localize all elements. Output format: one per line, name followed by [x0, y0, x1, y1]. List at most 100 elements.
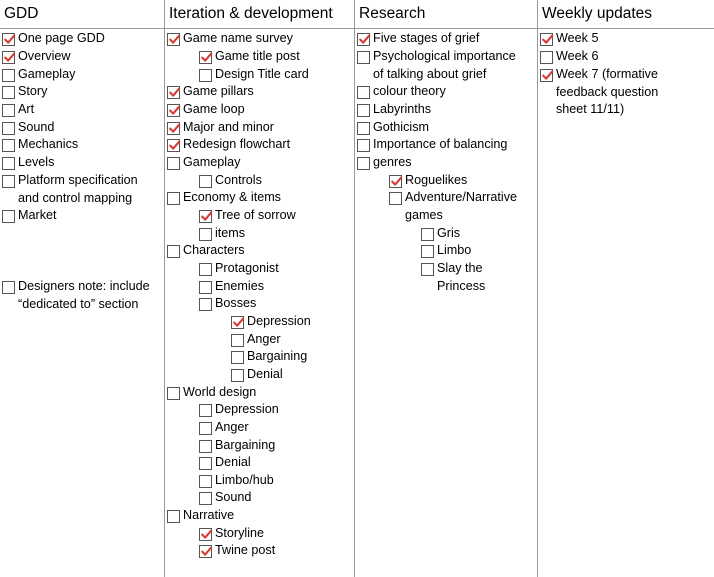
checkbox-empty-icon[interactable]	[231, 369, 244, 382]
checklist-item[interactable]: Controls	[199, 172, 262, 190]
checkbox-empty-icon[interactable]	[2, 122, 15, 135]
checklist-item[interactable]: Game title post	[199, 48, 300, 66]
checkbox-empty-icon[interactable]	[199, 404, 212, 417]
checkbox-empty-icon[interactable]	[421, 263, 434, 276]
checkbox-empty-icon[interactable]	[2, 104, 15, 117]
checkbox-empty-icon[interactable]	[167, 387, 180, 400]
checklist-item[interactable]: World design	[167, 384, 256, 402]
checkbox-checked-icon[interactable]	[167, 33, 181, 46]
checkbox-empty-icon[interactable]	[199, 440, 212, 453]
checkbox-empty-icon[interactable]	[357, 104, 370, 117]
checkbox-empty-icon[interactable]	[167, 510, 180, 523]
checklist-item[interactable]: Limbo	[421, 242, 471, 260]
checklist-item[interactable]: Psychological importance of talking abou…	[357, 48, 522, 83]
checkbox-empty-icon[interactable]	[231, 334, 244, 347]
checkbox-checked-icon[interactable]	[357, 33, 371, 46]
checkbox-empty-icon[interactable]	[421, 245, 434, 258]
checklist-item[interactable]: Gameplay	[2, 66, 75, 84]
checklist-item[interactable]: Platform specification and control mappi…	[2, 172, 152, 207]
checklist-item[interactable]: Labyrinths	[357, 101, 431, 119]
checklist-item[interactable]: Bosses	[199, 295, 256, 313]
checklist-item[interactable]: Slay the Princess	[421, 260, 491, 295]
checkbox-empty-icon[interactable]	[421, 228, 434, 241]
checklist-item[interactable]: Importance of balancing	[357, 136, 507, 154]
checkbox-checked-icon[interactable]	[389, 175, 403, 188]
checkbox-checked-icon[interactable]	[199, 51, 213, 64]
checkbox-checked-icon[interactable]	[167, 122, 181, 135]
checklist-item[interactable]: Levels	[2, 154, 54, 172]
checklist-item[interactable]: Enemies	[199, 278, 264, 296]
checklist-item[interactable]: Game loop	[167, 101, 245, 119]
checkbox-empty-icon[interactable]	[2, 210, 15, 223]
checklist-item[interactable]: Characters	[167, 242, 245, 260]
checklist-item[interactable]: Week 5	[540, 30, 598, 48]
checklist-item[interactable]: Market	[2, 207, 57, 225]
checklist-item[interactable]: Adventure/Narrative games	[389, 189, 519, 224]
checkbox-empty-icon[interactable]	[199, 263, 212, 276]
checkbox-checked-icon[interactable]	[540, 33, 554, 46]
checklist-item[interactable]: Redesign flowchart	[167, 136, 290, 154]
checklist-item[interactable]: Designers note: include “dedicated to” s…	[2, 278, 152, 313]
checklist-item[interactable]: Anger	[231, 331, 281, 349]
checkbox-empty-icon[interactable]	[199, 492, 212, 505]
checkbox-empty-icon[interactable]	[199, 298, 212, 311]
checkbox-empty-icon[interactable]	[389, 192, 402, 205]
checkbox-checked-icon[interactable]	[167, 104, 181, 117]
checkbox-checked-icon[interactable]	[199, 545, 213, 558]
checkbox-checked-icon[interactable]	[199, 528, 213, 541]
checklist-item[interactable]: Design Title card	[199, 66, 309, 84]
checkbox-empty-icon[interactable]	[2, 281, 15, 294]
checklist-item[interactable]: Five stages of grief	[357, 30, 479, 48]
checklist-item[interactable]: genres	[357, 154, 412, 172]
checklist-item[interactable]: Sound	[2, 119, 54, 137]
checklist-item[interactable]: Gris	[421, 225, 460, 243]
checklist-item[interactable]: Denial	[199, 454, 251, 472]
checkbox-empty-icon[interactable]	[540, 51, 553, 64]
checkbox-empty-icon[interactable]	[2, 175, 15, 188]
checklist-item[interactable]: Narrative	[167, 507, 234, 525]
checklist-item[interactable]: Game name survey	[167, 30, 293, 48]
checkbox-empty-icon[interactable]	[357, 157, 370, 170]
checkbox-empty-icon[interactable]	[199, 228, 212, 241]
checkbox-empty-icon[interactable]	[167, 192, 180, 205]
checklist-item[interactable]: Twine post	[199, 542, 275, 560]
checklist-item[interactable]: Storyline	[199, 525, 264, 543]
checklist-item[interactable]: Mechanics	[2, 136, 78, 154]
checkbox-empty-icon[interactable]	[167, 157, 180, 170]
checklist-item[interactable]: Tree of sorrow	[199, 207, 296, 225]
checkbox-empty-icon[interactable]	[231, 351, 244, 364]
checkbox-checked-icon[interactable]	[167, 139, 181, 152]
checklist-item[interactable]: Story	[2, 83, 47, 101]
checklist-item[interactable]: Protagonist	[199, 260, 279, 278]
checklist-item[interactable]: Week 6	[540, 48, 598, 66]
checklist-item[interactable]: Bargaining	[199, 437, 275, 455]
checklist-item[interactable]: Week 7 (formative feedback question shee…	[540, 66, 665, 119]
checklist-item[interactable]: Sound	[199, 489, 251, 507]
checkbox-empty-icon[interactable]	[357, 122, 370, 135]
checklist-item[interactable]: Gameplay	[167, 154, 240, 172]
checkbox-checked-icon[interactable]	[540, 69, 554, 82]
checkbox-empty-icon[interactable]	[167, 245, 180, 258]
checklist-item[interactable]: Limbo/hub	[199, 472, 274, 490]
checkbox-checked-icon[interactable]	[231, 316, 245, 329]
checkbox-empty-icon[interactable]	[357, 51, 370, 64]
checkbox-empty-icon[interactable]	[2, 157, 15, 170]
checkbox-empty-icon[interactable]	[199, 281, 212, 294]
checkbox-empty-icon[interactable]	[199, 69, 212, 82]
checklist-item[interactable]: Depression	[199, 401, 279, 419]
checkbox-checked-icon[interactable]	[2, 33, 16, 46]
checklist-item[interactable]: Major and minor	[167, 119, 274, 137]
checklist-item[interactable]: Art	[2, 101, 34, 119]
checklist-item[interactable]: Roguelikes	[389, 172, 467, 190]
checklist-item[interactable]: Anger	[199, 419, 249, 437]
checklist-item[interactable]: items	[199, 225, 245, 243]
checkbox-checked-icon[interactable]	[199, 210, 213, 223]
checkbox-checked-icon[interactable]	[2, 51, 16, 64]
checklist-item[interactable]: One page GDD	[2, 30, 105, 48]
checkbox-empty-icon[interactable]	[199, 422, 212, 435]
checkbox-empty-icon[interactable]	[357, 139, 370, 152]
checklist-item[interactable]: colour theory	[357, 83, 446, 101]
checkbox-empty-icon[interactable]	[199, 457, 212, 470]
checklist-item[interactable]: Overview	[2, 48, 70, 66]
checklist-item[interactable]: Bargaining	[231, 348, 307, 366]
